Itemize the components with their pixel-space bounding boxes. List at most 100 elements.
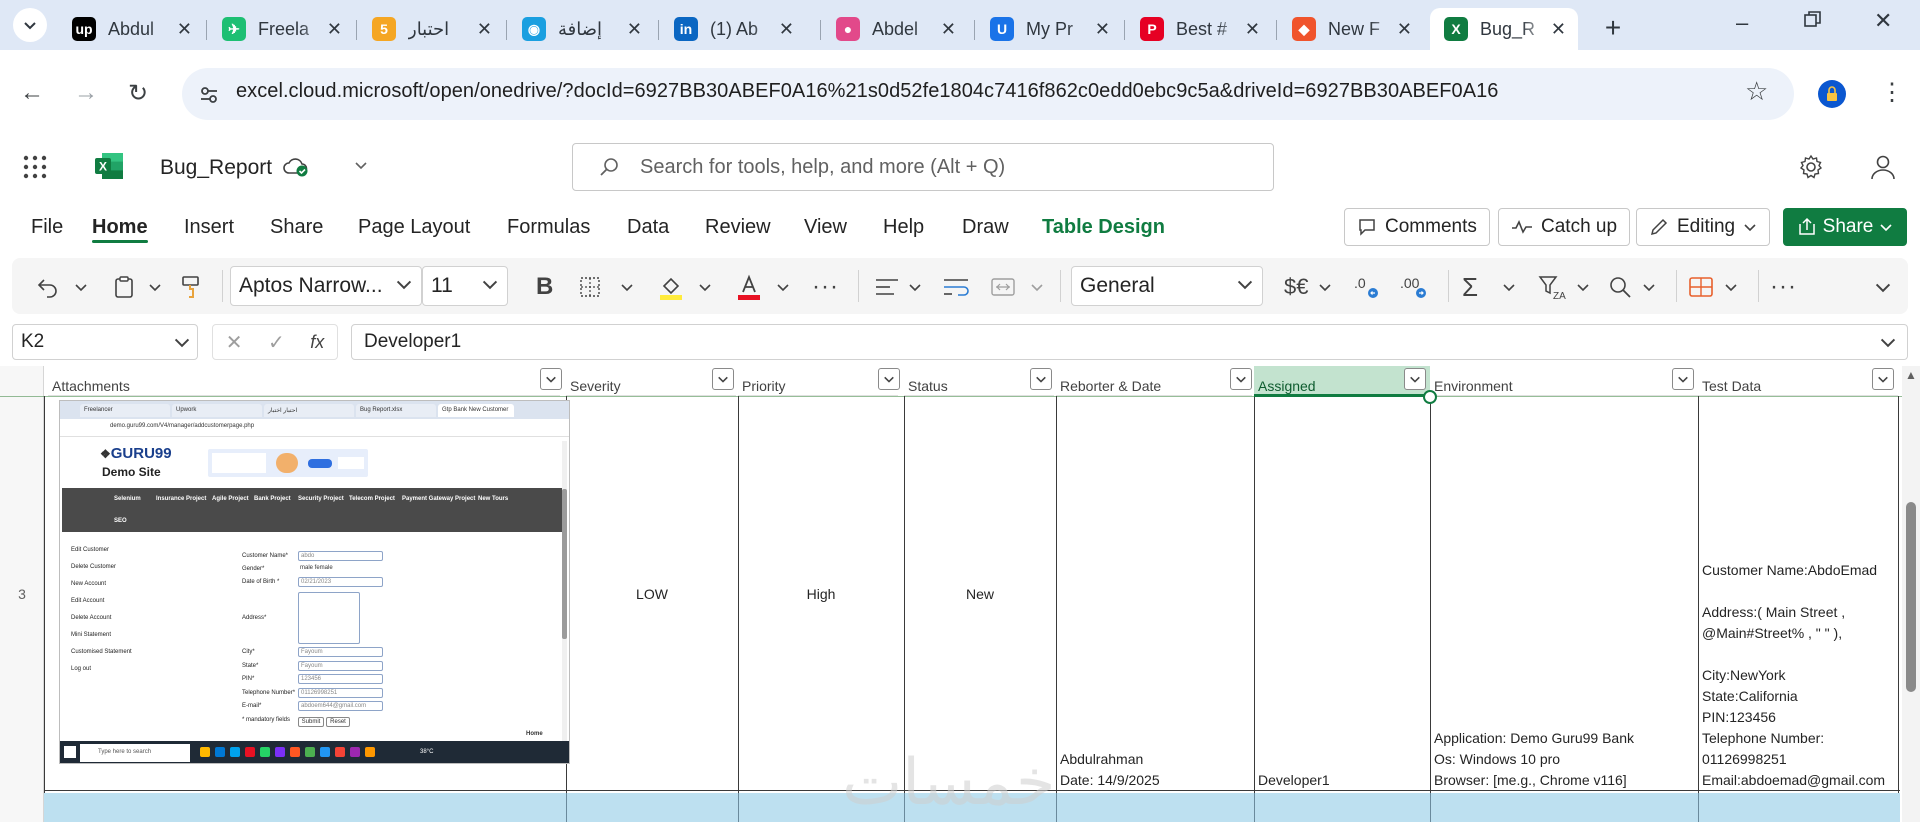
col-header-attachments[interactable]: Attachments [48, 366, 560, 396]
decrease-decimal-button[interactable]: .0 [1352, 272, 1380, 302]
vertical-scrollbar[interactable]: ▲ [1902, 366, 1920, 822]
increase-decimal-button[interactable]: .00 [1398, 272, 1428, 302]
catch-up-button[interactable]: Catch up [1498, 208, 1631, 246]
tab-close-icon[interactable]: ✕ [1095, 19, 1110, 40]
col-header-reporter-date[interactable]: Reborter & Date [1056, 366, 1252, 396]
wrap-text-button[interactable] [942, 272, 970, 302]
browser-tab[interactable]: up Abdul ✕ [58, 8, 204, 50]
tab-close-icon[interactable]: ✕ [177, 19, 192, 40]
close-window-button[interactable]: ✕ [1874, 8, 1892, 34]
browser-tab[interactable]: ◉ إضافة ✕ [508, 8, 654, 50]
browser-tab[interactable]: ✈ Freela ✕ [208, 8, 354, 50]
find-dropdown[interactable] [1642, 272, 1656, 302]
col-header-priority[interactable]: Priority [738, 366, 898, 396]
tab-close-icon[interactable]: ✕ [1397, 19, 1412, 40]
formula-bar[interactable]: Developer1 [351, 324, 1908, 360]
fill-color-button[interactable] [658, 272, 684, 302]
attachment-image[interactable]: Freelancer Upwork احتبار اختبار Bug Repo… [59, 400, 570, 764]
column-filter-button[interactable] [1404, 368, 1426, 390]
tab-close-icon[interactable]: ✕ [627, 19, 642, 40]
column-filter-button[interactable] [1030, 368, 1052, 390]
ribbon-tab-data[interactable]: Data [627, 216, 669, 239]
ribbon-expand-button[interactable] [1874, 272, 1892, 302]
browser-tab-active[interactable]: X Bug_R ✕ [1430, 8, 1578, 50]
ribbon-tab-view[interactable]: View [804, 216, 847, 239]
paste-button[interactable] [112, 272, 136, 302]
minimize-button[interactable]: – [1736, 10, 1748, 36]
borders-button[interactable] [578, 272, 602, 302]
number-format-combo[interactable]: General [1071, 266, 1263, 306]
cell-reporter-date[interactable]: Abdulrahman Date: 14/9/2025 [1060, 749, 1250, 791]
tab-close-icon[interactable]: ✕ [477, 19, 492, 40]
search-placeholder[interactable]: Search for tools, help, and more (Alt + … [640, 156, 1005, 179]
merge-button[interactable] [990, 272, 1016, 302]
cancel-edit-icon[interactable]: ✕ [226, 330, 243, 355]
site-settings-icon[interactable] [198, 84, 220, 111]
undo-button[interactable] [36, 272, 60, 302]
currency-button[interactable]: $€ [1284, 272, 1308, 302]
col-header-severity[interactable]: Severity [566, 366, 736, 396]
ribbon-tab-review[interactable]: Review [705, 216, 771, 239]
autosum-button[interactable]: Σ [1462, 272, 1478, 302]
sort-filter-dropdown[interactable] [1576, 272, 1590, 302]
comments-button[interactable]: Comments [1344, 208, 1490, 246]
align-button[interactable] [874, 272, 900, 302]
cell-status[interactable]: New [904, 584, 1056, 605]
currency-dropdown[interactable] [1318, 272, 1332, 302]
back-button[interactable]: ← [20, 79, 44, 107]
ribbon-tab-draw[interactable]: Draw [962, 216, 1009, 239]
restore-button[interactable] [1804, 8, 1822, 34]
new-tab-button[interactable]: + [1600, 12, 1626, 44]
merge-dropdown[interactable] [1030, 272, 1044, 302]
font-size-combo[interactable]: 11 [422, 266, 508, 306]
autosum-dropdown[interactable] [1502, 272, 1516, 302]
browser-tab[interactable]: ● Abdel ✕ [822, 8, 968, 50]
reload-button[interactable]: ↻ [128, 79, 148, 108]
browser-tab[interactable]: ◆ New F ✕ [1278, 8, 1424, 50]
cell-severity[interactable]: LOW [566, 584, 738, 605]
col-header-environment[interactable]: Environment [1430, 366, 1698, 396]
ribbon-tab-help[interactable]: Help [883, 216, 924, 239]
app-launcher-icon[interactable] [22, 154, 48, 185]
cell-test-data[interactable]: Customer Name:AbdoEmad Address:( Main St… [1702, 560, 1898, 791]
browser-tab[interactable]: P Best # ✕ [1126, 8, 1272, 50]
undo-dropdown[interactable] [74, 272, 88, 302]
align-dropdown[interactable] [908, 272, 922, 302]
url-text[interactable]: excel.cloud.microsoft/open/onedrive/?doc… [236, 80, 1498, 103]
font-color-button[interactable] [736, 272, 762, 302]
doc-options-chevron-icon[interactable] [354, 156, 368, 177]
find-button[interactable] [1608, 272, 1632, 302]
cell-environment[interactable]: Application: Demo Guru99 Bank Os: Window… [1434, 728, 1696, 791]
selection-handle[interactable] [1423, 390, 1437, 404]
tab-close-icon[interactable]: ✕ [1245, 19, 1260, 40]
column-filter-button[interactable] [712, 368, 734, 390]
browser-tab[interactable]: in (1) Ab ✕ [660, 8, 806, 50]
ribbon-tab-formulas[interactable]: Formulas [507, 216, 590, 239]
column-filter-button[interactable] [1672, 368, 1694, 390]
col-header-test-data[interactable]: Test Data [1698, 366, 1898, 396]
row-number[interactable]: 3 [0, 586, 44, 602]
browser-tab[interactable]: 5 احتبار ✕ [358, 8, 504, 50]
scroll-up-arrow-icon[interactable]: ▲ [1905, 368, 1917, 382]
saved-cloud-icon[interactable] [282, 156, 310, 183]
more-options-icon[interactable]: ··· [1770, 272, 1797, 302]
tab-search-button[interactable] [13, 8, 47, 42]
ribbon-tab-insert[interactable]: Insert [184, 216, 234, 239]
cell-assigned[interactable]: Developer1 [1258, 770, 1428, 791]
extension-icon[interactable] [1818, 80, 1846, 108]
font-color-dropdown[interactable] [776, 272, 790, 302]
more-font-options-icon[interactable]: ··· [812, 272, 839, 302]
browser-menu-icon[interactable]: ⋮ [1880, 78, 1904, 107]
share-button[interactable]: Share [1783, 208, 1907, 246]
ribbon-tab-home[interactable]: Home [92, 216, 148, 239]
confirm-edit-icon[interactable]: ✓ [268, 330, 285, 355]
insert-function-button[interactable]: fx [310, 332, 324, 353]
table-styles-button[interactable] [1688, 272, 1714, 302]
ribbon-tab-table-design[interactable]: Table Design [1042, 216, 1165, 239]
borders-dropdown[interactable] [620, 272, 634, 302]
tab-close-icon[interactable]: ✕ [779, 19, 794, 40]
table-styles-dropdown[interactable] [1724, 272, 1738, 302]
paste-dropdown[interactable] [148, 272, 162, 302]
tab-close-icon[interactable]: ✕ [327, 19, 342, 40]
bold-button[interactable]: B [536, 272, 553, 302]
